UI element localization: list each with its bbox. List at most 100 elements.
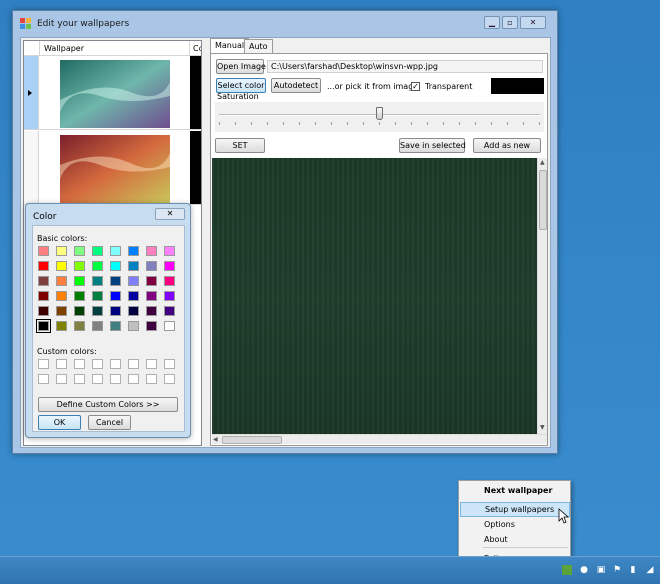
display-icon[interactable]: ▣ (596, 565, 606, 575)
color-swatch[interactable] (92, 276, 103, 286)
add-as-new-button[interactable]: Add as new (473, 138, 541, 153)
transparent-checkbox[interactable]: ✓ (411, 82, 420, 91)
row-header[interactable] (24, 131, 39, 204)
custom-color-swatch[interactable] (146, 374, 157, 384)
color-swatch[interactable] (164, 306, 175, 316)
image-preview[interactable]: ▲ ▼ ◀ (212, 158, 547, 444)
dialog-close-button[interactable]: ✕ (155, 208, 185, 220)
color-swatch[interactable] (146, 261, 157, 271)
menu-item-setup-wallpapers[interactable]: Setup wallpapers (460, 502, 570, 517)
color-swatch[interactable] (110, 276, 121, 286)
custom-color-swatch[interactable] (164, 359, 175, 369)
slider-thumb[interactable] (376, 107, 383, 120)
custom-color-swatch[interactable] (56, 374, 67, 384)
color-swatch[interactable] (128, 276, 139, 286)
custom-color-swatch[interactable] (128, 359, 139, 369)
color-swatch[interactable] (92, 246, 103, 256)
custom-color-swatch[interactable] (38, 374, 49, 384)
color-swatch[interactable] (92, 261, 103, 271)
color-swatch[interactable] (56, 321, 67, 331)
signal-icon[interactable]: ◢ (645, 565, 655, 575)
list-row[interactable] (24, 131, 201, 205)
maximize-button[interactable]: ▫ (502, 16, 518, 29)
scroll-thumb[interactable] (222, 436, 282, 444)
custom-color-swatch[interactable] (74, 359, 85, 369)
custom-color-swatch[interactable] (128, 374, 139, 384)
scroll-thumb[interactable] (539, 170, 547, 230)
color-swatch[interactable] (38, 276, 49, 286)
custom-color-swatch[interactable] (110, 359, 121, 369)
color-swatch[interactable] (110, 306, 121, 316)
chat-icon[interactable]: ● (579, 565, 589, 575)
flag-icon[interactable]: ⚑ (612, 565, 622, 575)
color-swatch[interactable] (110, 321, 121, 331)
color-swatch[interactable] (164, 321, 175, 331)
custom-color-swatch[interactable] (146, 359, 157, 369)
color-swatch[interactable] (146, 306, 157, 316)
color-swatch[interactable] (110, 291, 121, 301)
color-swatch[interactable] (164, 261, 175, 271)
color-swatch[interactable] (146, 246, 157, 256)
custom-color-swatch[interactable] (110, 374, 121, 384)
color-swatch[interactable] (164, 276, 175, 286)
scroll-left-icon[interactable]: ◀ (213, 436, 218, 443)
custom-color-swatch[interactable] (74, 374, 85, 384)
cancel-button[interactable]: Cancel (88, 415, 131, 430)
vertical-scrollbar[interactable]: ▲ ▼ (537, 158, 547, 434)
color-swatch[interactable] (128, 306, 139, 316)
color-swatch[interactable] (56, 246, 67, 256)
color-swatch[interactable] (146, 276, 157, 286)
menu-item-about[interactable]: About (460, 532, 570, 547)
color-swatch[interactable] (110, 261, 121, 271)
open-image-button[interactable]: Open Image (216, 59, 266, 74)
define-custom-colors-button[interactable]: Define Custom Colors >> (38, 397, 178, 412)
custom-color-swatch[interactable] (164, 374, 175, 384)
color-swatch[interactable] (56, 261, 67, 271)
horizontal-scrollbar[interactable]: ◀ (212, 434, 547, 444)
save-in-selected-button[interactable]: Save in selected (399, 138, 466, 153)
custom-color-swatch[interactable] (56, 359, 67, 369)
color-swatch[interactable] (56, 276, 67, 286)
menu-item-next-wallpaper[interactable]: Next wallpaper (460, 483, 570, 498)
title-bar[interactable]: Edit your wallpapers ▁ ▫ ✕ (13, 11, 557, 37)
color-swatch[interactable] (128, 246, 139, 256)
color-swatch[interactable] (74, 261, 85, 271)
list-row[interactable] (24, 56, 201, 130)
color-swatch[interactable] (38, 261, 49, 271)
scroll-up-icon[interactable]: ▲ (540, 159, 545, 166)
color-swatch[interactable] (128, 321, 139, 331)
color-swatch[interactable] (92, 291, 103, 301)
color-swatch[interactable] (92, 321, 103, 331)
color-swatch[interactable] (74, 246, 85, 256)
color-swatch[interactable] (164, 291, 175, 301)
network-icon[interactable]: ▮ (628, 565, 638, 575)
column-divider[interactable] (189, 41, 190, 56)
select-color-button[interactable]: Select color (216, 78, 266, 93)
color-swatch[interactable] (38, 246, 49, 256)
saturation-slider[interactable] (215, 102, 544, 132)
set-button[interactable]: SET (215, 138, 265, 153)
menu-item-options[interactable]: Options (460, 517, 570, 532)
autodetect-button[interactable]: Autodetect (271, 78, 321, 93)
color-swatch[interactable] (110, 246, 121, 256)
color-swatch[interactable] (92, 306, 103, 316)
tab-auto[interactable]: Auto (244, 39, 273, 53)
color-swatch[interactable] (38, 291, 49, 301)
ok-button[interactable]: OK (38, 415, 81, 430)
custom-color-swatch[interactable] (38, 359, 49, 369)
custom-color-swatch[interactable] (92, 359, 103, 369)
color-swatch[interactable] (56, 291, 67, 301)
minimize-button[interactable]: ▁ (484, 16, 500, 29)
color-swatch[interactable] (74, 291, 85, 301)
color-swatch[interactable] (146, 321, 157, 331)
scroll-down-icon[interactable]: ▼ (540, 424, 545, 431)
column-header-wallpaper[interactable]: Wallpaper (44, 44, 84, 53)
close-button[interactable]: ✕ (520, 16, 546, 29)
color-swatch[interactable] (128, 291, 139, 301)
color-swatch[interactable] (164, 246, 175, 256)
color-swatch[interactable] (74, 321, 85, 331)
color-swatch[interactable] (128, 261, 139, 271)
color-swatch[interactable] (74, 276, 85, 286)
color-swatch[interactable] (56, 306, 67, 316)
wallpaper-tray-icon[interactable] (562, 565, 572, 575)
